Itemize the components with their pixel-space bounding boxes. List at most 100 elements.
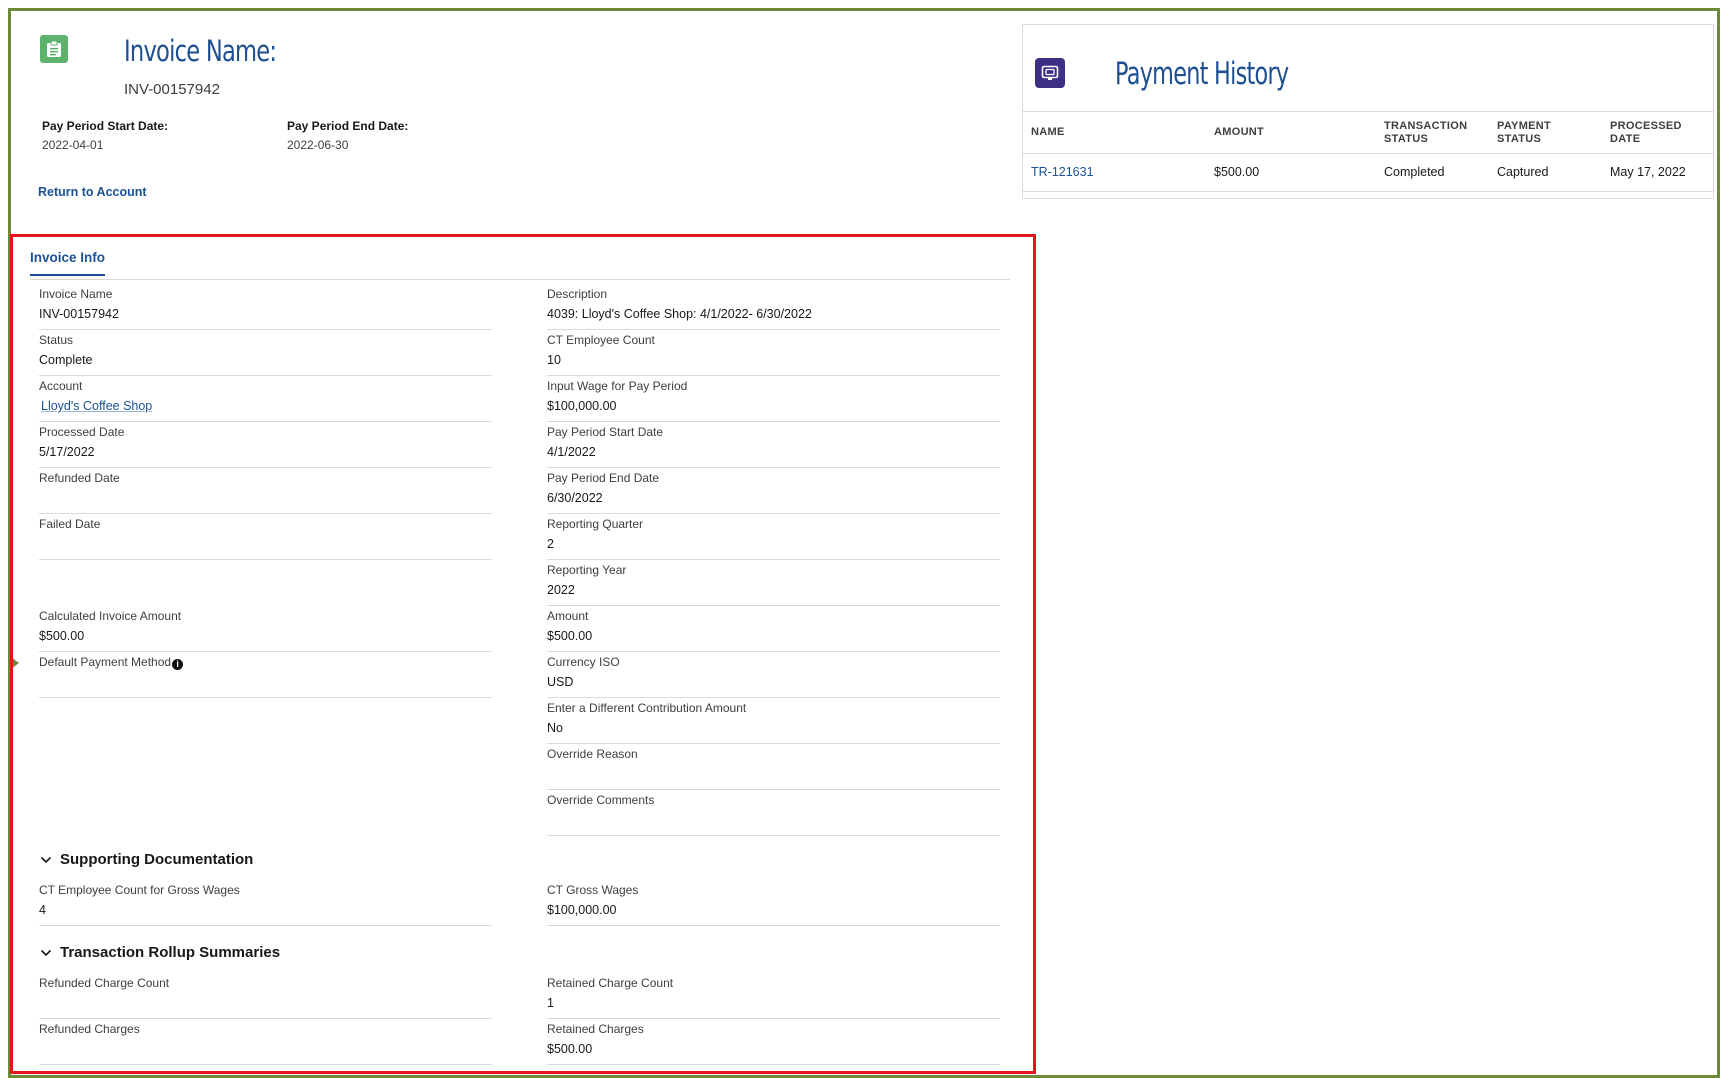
section-supporting-documentation[interactable]: Supporting Documentation [40, 851, 253, 868]
field-label: Retained Charges [547, 1022, 644, 1036]
column-header-name[interactable]: NAME [1023, 112, 1206, 154]
field-retained-charges: Retained Charges $500.00 [547, 1019, 1000, 1065]
info-icon[interactable]: i [172, 659, 184, 670]
receipt-icon [1035, 58, 1065, 88]
field-value: $500.00 [547, 629, 593, 643]
field-value: 2022 [547, 583, 575, 597]
field-currency-iso: Currency ISO USD [547, 652, 1000, 698]
field-label: Account [39, 379, 83, 393]
field-ct-employee-count: CT Employee Count 10 [547, 330, 1000, 376]
field-refunded-charges: Refunded Charges [39, 1019, 492, 1065]
field-default-payment-method: Default Payment Method i [39, 652, 492, 698]
field-value: $100,000.00 [547, 399, 617, 413]
field-label: Description [547, 287, 608, 301]
field-processed-date: Processed Date 5/17/2022 [39, 422, 492, 468]
cell-name: TR-121631 [1023, 154, 1206, 191]
field-label: CT Gross Wages [547, 883, 639, 897]
cell-transaction-status: Completed [1384, 165, 1445, 179]
field-label: Processed Date [39, 425, 125, 439]
field-label: CT Employee Count [547, 333, 655, 347]
column-header-transaction-status[interactable]: TRANSACTION STATUS [1376, 112, 1489, 154]
invoice-info-panel: Invoice Info Invoice Name INV-00157942 S… [10, 234, 1036, 1074]
pay-period-start-label: Pay Period Start Date: [42, 119, 169, 133]
field-value: Lloyd's Coffee Shop [41, 399, 152, 413]
field-value: 4 [39, 903, 46, 917]
field-label: Invoice Name [39, 287, 113, 301]
field-failed-date: Failed Date [39, 514, 492, 560]
field-label: Pay Period End Date [547, 471, 660, 485]
field-ct-gross-wages: CT Gross Wages $100,000.00 [547, 880, 1000, 926]
return-to-account-link[interactable]: Return to Account [38, 185, 147, 199]
field-pay-period-start-date: Pay Period Start Date 4/1/2022 [547, 422, 1000, 468]
section-title: Transaction Rollup Summaries [60, 944, 281, 961]
column-header-processed-date[interactable]: PROCESSED DATE [1602, 112, 1713, 154]
field-value: 5/17/2022 [39, 445, 95, 459]
field-override-comments: Override Comments [547, 790, 1000, 836]
field-different-contribution: Enter a Different Contribution Amount No [547, 698, 1000, 744]
field-value: 10 [547, 353, 561, 367]
field-value: 4039: Lloyd's Coffee Shop: 4/1/2022- 6/3… [547, 307, 812, 321]
field-label: Reporting Year [547, 563, 627, 577]
table-row: TR-121631 $500.00 Completed Captured May… [1023, 154, 1713, 191]
clipboard-icon [40, 35, 68, 63]
column-header-transaction-status-text: TRANSACTION STATUS [1384, 119, 1468, 145]
payment-history-card: Payment History NAME AMOUNT TRANSACTION … [1022, 24, 1714, 199]
field-label: Override Reason [547, 747, 638, 761]
field-value: INV-00157942 [39, 307, 119, 321]
account-link[interactable]: Lloyd's Coffee Shop [41, 399, 152, 413]
field-refunded-date: Refunded Date [39, 468, 492, 514]
payment-history-table: NAME AMOUNT TRANSACTION STATUS PAYMENT S… [1023, 111, 1713, 190]
field-status: Status Complete [39, 330, 492, 376]
payment-history-title: Payment History [1115, 56, 1289, 92]
field-invoice-name: Invoice Name INV-00157942 [39, 284, 492, 330]
field-value: $100,000.00 [547, 903, 617, 917]
field-label: Refunded Charge Count [39, 976, 170, 990]
column-header-payment-status-text: PAYMENT STATUS [1497, 119, 1552, 145]
field-reporting-year: Reporting Year 2022 [547, 560, 1000, 606]
column-header-amount[interactable]: AMOUNT [1206, 112, 1376, 154]
field-label: Refunded Charges [39, 1022, 140, 1036]
field-account: Account Lloyd's Coffee Shop [39, 376, 492, 422]
field-calculated-invoice-amount: Calculated Invoice Amount $500.00 [39, 606, 492, 652]
pay-period-end-label: Pay Period End Date: [287, 119, 409, 133]
field-retained-charge-count: Retained Charge Count 1 [547, 973, 1000, 1019]
field-label: Default Payment Method i [39, 655, 184, 670]
field-refunded-charge-count: Refunded Charge Count [39, 973, 492, 1019]
field-amount: Amount $500.00 [547, 606, 1000, 652]
cell-amount: $500.00 [1214, 165, 1260, 179]
transaction-link[interactable]: TR-121631 [1031, 165, 1094, 179]
section-title: Supporting Documentation [60, 851, 254, 868]
field-label: CT Employee Count for Gross Wages [39, 883, 240, 897]
invoice-name-subtitle: INV-00157942 [124, 81, 220, 98]
field-label: Override Comments [547, 793, 655, 807]
chevron-down-icon [40, 949, 52, 956]
field-value: 1 [547, 996, 554, 1010]
field-label: Amount [547, 609, 589, 623]
field-value: 4/1/2022 [547, 445, 596, 459]
field-label: Calculated Invoice Amount [39, 609, 182, 623]
field-input-wage: Input Wage for Pay Period $100,000.00 [547, 376, 1000, 422]
column-header-payment-status[interactable]: PAYMENT STATUS [1489, 112, 1602, 154]
field-reporting-quarter: Reporting Quarter 2 [547, 514, 1000, 560]
tab-invoice-info[interactable]: Invoice Info [30, 250, 106, 276]
pay-period-start-value: 2022-04-01 [42, 138, 104, 152]
cell-payment-status: Captured [1497, 165, 1549, 179]
field-value: $500.00 [547, 1042, 593, 1056]
field-label: Input Wage for Pay Period [547, 379, 688, 393]
field-pay-period-end-date: Pay Period End Date 6/30/2022 [547, 468, 1000, 514]
pay-period-end-value: 2022-06-30 [287, 138, 349, 152]
field-value: USD [547, 675, 574, 689]
field-label: Retained Charge Count [547, 976, 674, 990]
field-label-text: Default Payment Method [39, 655, 172, 669]
column-header-processed-date-text: PROCESSED DATE [1610, 119, 1682, 145]
field-label: Reporting Quarter [547, 517, 644, 531]
field-override-reason: Override Reason [547, 744, 1000, 790]
field-label: Enter a Different Contribution Amount [547, 701, 747, 715]
field-value: No [547, 721, 563, 735]
field-label: Status [39, 333, 74, 347]
field-value: 2 [547, 537, 554, 551]
page-title: Invoice Name: [124, 34, 277, 68]
field-description: Description 4039: Lloyd's Coffee Shop: 4… [547, 284, 1000, 330]
field-value: 6/30/2022 [547, 491, 603, 505]
section-transaction-rollup[interactable]: Transaction Rollup Summaries [40, 944, 280, 961]
